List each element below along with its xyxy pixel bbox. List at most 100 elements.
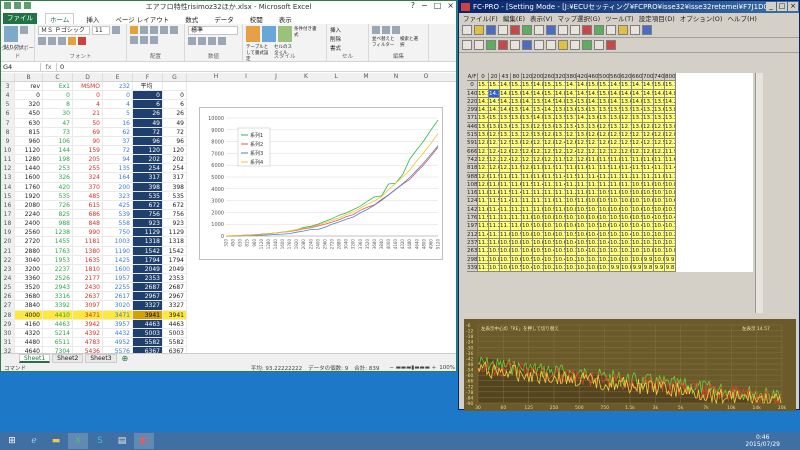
- add-sheet-icon[interactable]: ⊕: [122, 354, 129, 363]
- cell[interactable]: 1542: [163, 246, 187, 256]
- map-cell[interactable]: 14.8: [555, 89, 566, 98]
- map-cell[interactable]: 10.7: [588, 205, 599, 215]
- cell[interactable]: 2049: [163, 264, 187, 274]
- cell[interactable]: 254: [133, 164, 163, 174]
- map-cell[interactable]: 11.0: [489, 238, 500, 248]
- map-cell[interactable]: 10.6: [500, 263, 511, 273]
- map-cell[interactable]: 12.0: [621, 147, 632, 156]
- cell[interactable]: 923: [163, 219, 187, 229]
- column-header[interactable]: H: [201, 73, 231, 81]
- decrease-icon[interactable]: [498, 40, 508, 50]
- cell-style-icon[interactable]: [278, 26, 292, 42]
- map-cell[interactable]: 10.6: [566, 222, 577, 231]
- cell[interactable]: 0: [103, 91, 133, 101]
- map-cell[interactable]: 9.9: [665, 255, 676, 264]
- map-cell[interactable]: 13.4: [478, 114, 489, 123]
- cell[interactable]: 202: [163, 155, 187, 165]
- map-row-header[interactable]: 8184: [467, 164, 478, 173]
- cell[interactable]: 2967: [163, 292, 187, 302]
- map-column-header[interactable]: 660: [632, 73, 643, 82]
- map-cell[interactable]: 12.3: [577, 147, 588, 156]
- row-number[interactable]: 27: [1, 301, 15, 311]
- number-format-select[interactable]: 標準: [188, 26, 238, 35]
- map-cell[interactable]: 11.5: [544, 172, 555, 181]
- map-cell[interactable]: 10.9: [654, 180, 665, 190]
- cell[interactable]: 3941: [133, 310, 163, 320]
- cell[interactable]: 3316: [43, 292, 73, 302]
- map-cell[interactable]: 13.9: [599, 106, 610, 115]
- row-number[interactable]: 22: [1, 255, 15, 265]
- map-cell[interactable]: 11.2: [566, 189, 577, 198]
- tab-data[interactable]: データ: [210, 14, 238, 24]
- map-cell[interactable]: 10.7: [610, 197, 621, 206]
- map-cell[interactable]: 11.6: [643, 155, 654, 165]
- map-cell[interactable]: 10.0: [654, 255, 665, 264]
- chart-icon[interactable]: [594, 40, 604, 50]
- map-cell[interactable]: 13.4: [632, 106, 643, 115]
- map-cell[interactable]: 13.0: [478, 122, 489, 132]
- map-cell[interactable]: 11.5: [478, 214, 489, 223]
- map-cell[interactable]: 10.0: [588, 263, 599, 273]
- paste-icon[interactable]: [4, 26, 18, 42]
- row-number[interactable]: 14: [1, 182, 15, 192]
- map-cell[interactable]: 15.1: [555, 81, 566, 90]
- map-cell[interactable]: 11.1: [478, 263, 489, 273]
- cell[interactable]: 1794: [163, 255, 187, 265]
- map-row-header[interactable]: 23754: [467, 238, 478, 248]
- map-cell[interactable]: 13.2: [555, 122, 566, 132]
- map-cell[interactable]: 12.2: [665, 139, 676, 148]
- map-cell[interactable]: 12.0: [577, 155, 588, 165]
- map-cell[interactable]: 11.9: [555, 155, 566, 165]
- help-button[interactable]: ?: [411, 1, 415, 10]
- menu-file[interactable]: ファイル(F): [463, 13, 498, 23]
- cell[interactable]: 2720: [15, 237, 43, 247]
- column-header[interactable]: D: [73, 73, 103, 81]
- dictionary-icon[interactable]: ▤: [112, 433, 132, 449]
- cell[interactable]: 49: [163, 118, 187, 128]
- cell[interactable]: 16: [103, 118, 133, 128]
- cell[interactable]: 2353: [163, 273, 187, 284]
- map-cell[interactable]: 14.0: [533, 114, 544, 123]
- map-cell[interactable]: 10.3: [599, 247, 610, 256]
- tab-formulas[interactable]: 数式: [181, 14, 202, 24]
- map-cell[interactable]: 10.2: [566, 255, 577, 264]
- cell[interactable]: 960: [15, 136, 43, 146]
- map-cell[interactable]: 10.8: [588, 197, 599, 206]
- clock[interactable]: 0:46 2015/07/29: [745, 434, 780, 448]
- map-cell[interactable]: 10.0: [665, 247, 676, 256]
- map-cell[interactable]: 13.8: [577, 97, 588, 107]
- zoom-out-icon[interactable]: [474, 40, 484, 50]
- graph-icon[interactable]: [534, 25, 544, 35]
- map-cell[interactable]: 10.7: [489, 263, 500, 273]
- map-cell[interactable]: 10.4: [577, 247, 588, 256]
- monitor-icon[interactable]: [522, 25, 532, 35]
- cell[interactable]: 3040: [15, 255, 43, 265]
- map-cell[interactable]: 12.0: [489, 164, 500, 173]
- map-cell[interactable]: 11.0: [643, 180, 654, 190]
- map-cell[interactable]: 11.8: [632, 155, 643, 165]
- cell[interactable]: 5003: [133, 328, 163, 338]
- map-cell[interactable]: 12.8: [544, 139, 555, 148]
- map-cell[interactable]: 10.4: [588, 230, 599, 239]
- cell[interactable]: 4952: [103, 337, 133, 348]
- map-cell[interactable]: 10.7: [654, 197, 665, 206]
- map-cell[interactable]: 10.5: [522, 255, 533, 264]
- cell[interactable]: 26: [133, 109, 163, 119]
- map-column-header[interactable]: A/F: [467, 73, 478, 82]
- cell[interactable]: 558: [103, 219, 133, 229]
- map-cell[interactable]: 13.1: [643, 114, 654, 123]
- map-cell[interactable]: 11.4: [588, 172, 599, 181]
- close-button[interactable]: ×: [788, 2, 798, 11]
- cell[interactable]: 450: [15, 109, 43, 119]
- map-cell[interactable]: 11.5: [489, 197, 500, 206]
- column-header[interactable]: K: [291, 73, 321, 81]
- cell[interactable]: 3680: [15, 292, 43, 302]
- open-icon[interactable]: [474, 25, 484, 35]
- cell[interactable]: 73: [43, 127, 73, 137]
- quick-access-toolbar[interactable]: [4, 2, 31, 9]
- cell[interactable]: 323: [103, 191, 133, 201]
- undo-icon[interactable]: [534, 40, 544, 50]
- map-cell[interactable]: 11.3: [577, 172, 588, 181]
- cell[interactable]: 1455: [43, 237, 73, 247]
- cell[interactable]: 3957: [103, 319, 133, 329]
